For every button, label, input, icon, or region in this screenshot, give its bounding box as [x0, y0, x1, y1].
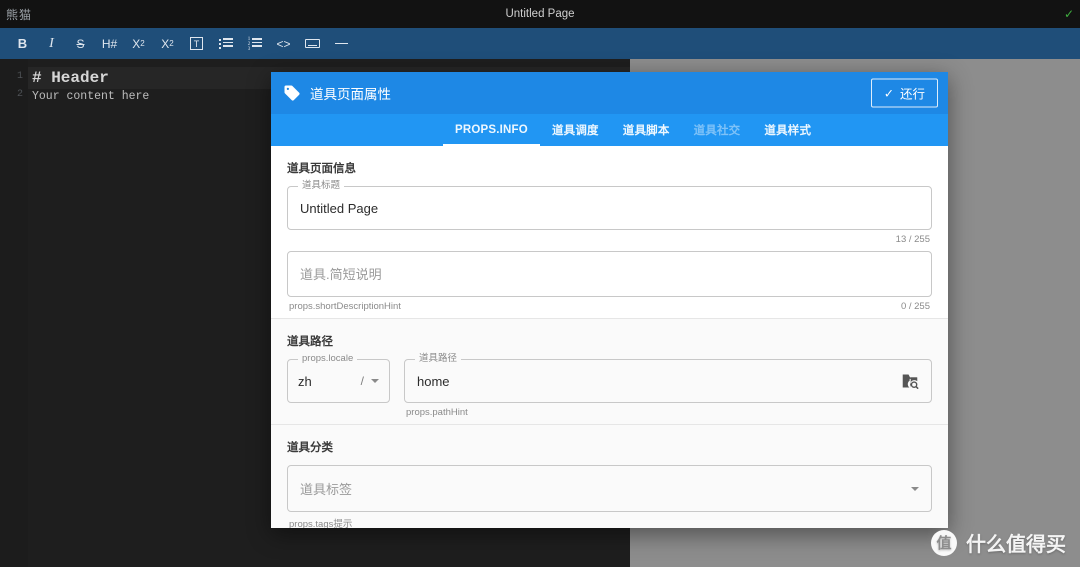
title-char-counter: 13 / 255 [895, 234, 930, 245]
page-properties-dialog: 道具页面属性 ✓ 还行 PROPS.INFO 道具调度 道具脚本 道具社交 道具… [271, 72, 948, 528]
path-input[interactable]: 道具路径 home [404, 353, 932, 403]
section-title: 道具分类 [287, 442, 333, 454]
description-placeholder: 道具.简短说明 [300, 267, 382, 282]
confirm-button[interactable]: ✓ 还行 [870, 78, 938, 108]
tab-scripts[interactable]: 道具脚本 [611, 114, 682, 146]
locale-value: zh [298, 373, 312, 389]
description-field-group: 道具.简短说明 props.shortDescriptionHint 0 / 2… [287, 251, 932, 312]
section-page-path: 道具路径 props.locale zh / 道具路径 home props.p… [271, 319, 948, 425]
description-hint: props.shortDescriptionHint [289, 301, 401, 312]
description-char-counter: 0 / 255 [900, 301, 930, 312]
strikethrough-button[interactable]: S [66, 29, 95, 58]
locale-select[interactable]: props.locale zh / [287, 353, 390, 403]
window-title: Untitled Page [505, 8, 575, 20]
title-field-group: 道具标题 Untitled Page 13 / 255 [287, 180, 932, 245]
path-field-group: 道具路径 home props.pathHint [404, 353, 932, 418]
dialog-title-group: 道具页面属性 [283, 83, 391, 103]
tab-scheduling[interactable]: 道具调度 [540, 114, 611, 146]
window-titlebar: 熊猫 Untitled Page ✓ [0, 0, 1080, 28]
tab-label: 道具调度 [551, 125, 599, 137]
tab-label: PROPS.INFO [455, 124, 528, 136]
tag-icon [284, 85, 300, 101]
folder-search-icon[interactable] [901, 373, 919, 389]
bold-button[interactable]: B [8, 29, 37, 58]
code-button[interactable]: <> [269, 29, 298, 58]
heading-button[interactable]: H# [95, 29, 124, 58]
keyboard-icon [305, 39, 320, 48]
dialog-tabs: PROPS.INFO 道具调度 道具脚本 道具社交 道具样式 [271, 114, 948, 146]
subscript-button[interactable]: X2 [124, 29, 153, 58]
keyboard-button[interactable] [298, 29, 327, 58]
description-input[interactable]: 道具.简短说明 [287, 251, 932, 297]
path-row: props.locale zh / 道具路径 home props.pathHi… [287, 353, 932, 418]
section-page-category: 道具分类 道具标签 props.tags提示 [271, 425, 948, 528]
line-number: 2 [16, 89, 23, 100]
path-hint: props.pathHint [406, 407, 468, 418]
tab-social: 道具社交 [682, 114, 753, 146]
text-box-button[interactable]: T [182, 29, 211, 58]
tags-hint: props.tags提示 [289, 519, 353, 528]
tab-props-info[interactable]: PROPS.INFO [443, 114, 540, 146]
chevron-down-icon [911, 486, 919, 491]
tags-field-group: 道具标签 props.tags提示 [287, 465, 932, 528]
bullet-list-icon [218, 38, 233, 49]
bullet-list-button[interactable] [211, 29, 240, 58]
locale-field-label: props.locale [298, 353, 358, 365]
numbered-list-icon [247, 37, 262, 52]
description-meta: props.shortDescriptionHint 0 / 255 [287, 297, 932, 312]
tab-styles[interactable]: 道具样式 [752, 114, 823, 146]
titlebar-actions: ✓ [1064, 0, 1074, 28]
tab-label: 道具样式 [764, 125, 812, 137]
check-icon: ✓ [1063, 7, 1074, 21]
minus-icon [335, 42, 348, 45]
confirm-button-label: 还行 [899, 87, 925, 102]
title-field-label: 道具标题 [298, 180, 345, 192]
path-meta: props.pathHint [404, 403, 932, 418]
dialog-header: 道具页面属性 ✓ 还行 [271, 72, 948, 114]
italic-button[interactable]: I [37, 29, 66, 58]
tags-select[interactable]: 道具标签 [287, 465, 932, 512]
editor-toolbar: B I S H# X2 X2 T <> [0, 28, 1080, 59]
dialog-title: 道具页面属性 [310, 87, 391, 102]
horizontal-rule-button[interactable] [327, 29, 356, 58]
section-title: 道具页面信息 [287, 163, 356, 175]
line-number-gutter: 1 2 [0, 59, 28, 567]
line-number: 1 [16, 71, 23, 82]
path-input-value: home [417, 373, 450, 389]
check-icon: ✓ [883, 86, 894, 100]
title-input[interactable]: 道具标题 Untitled Page [287, 180, 932, 230]
dialog-body: 道具页面信息 道具标题 Untitled Page 13 / 255 道具.简短… [271, 146, 948, 528]
section-title: 道具路径 [287, 336, 333, 348]
superscript-button[interactable]: X2 [153, 29, 182, 58]
section-page-info: 道具页面信息 道具标题 Untitled Page 13 / 255 道具.简短… [271, 146, 948, 319]
locale-separator: / [360, 374, 364, 388]
title-input-value: Untitled Page [300, 200, 379, 216]
tags-meta: props.tags提示 [287, 512, 932, 528]
tab-label: 道具社交 [693, 125, 741, 137]
tags-placeholder: 道具标签 [300, 482, 353, 497]
locale-field-group: props.locale zh / [287, 353, 390, 403]
path-field-label: 道具路径 [415, 353, 462, 365]
numbered-list-button[interactable] [240, 29, 269, 58]
tab-label: 道具脚本 [622, 125, 670, 137]
chevron-down-icon [371, 379, 379, 383]
